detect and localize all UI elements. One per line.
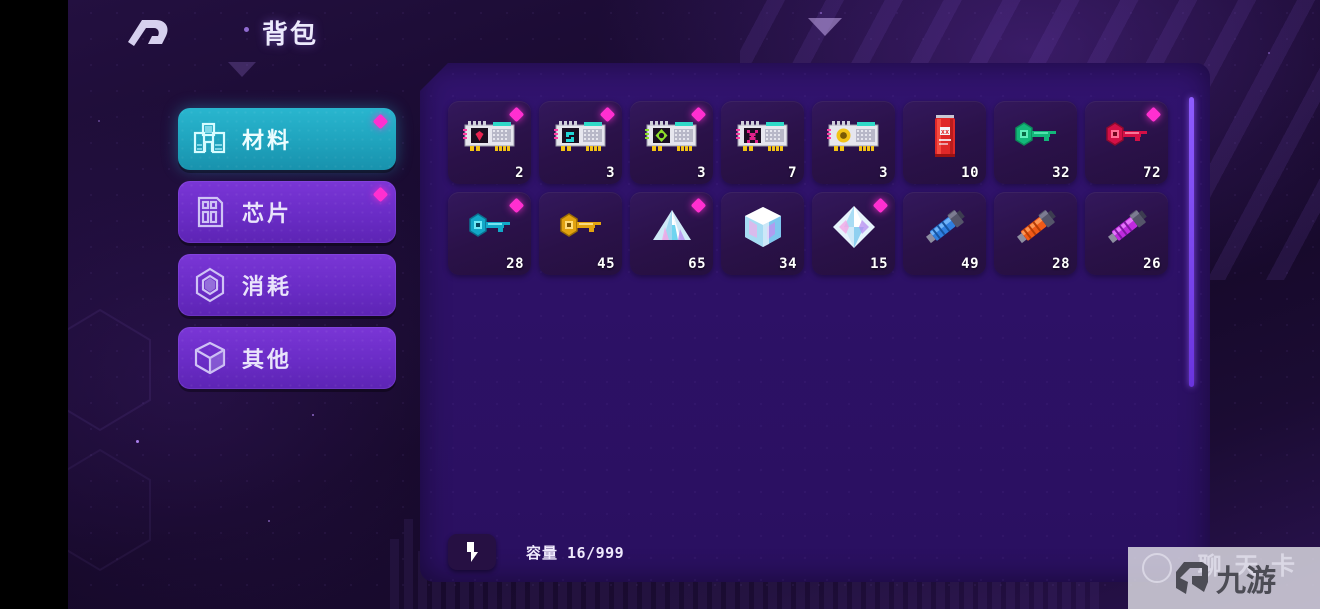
jiuyou-logo-icon bbox=[1172, 558, 1212, 598]
svg-text:xx: xx bbox=[940, 128, 949, 136]
item-count: 34 bbox=[779, 256, 797, 272]
inventory-slot[interactable]: 3 bbox=[539, 101, 622, 184]
capacity-value: 16/999 bbox=[567, 543, 625, 562]
inventory-grid: 2 3 3 7 3 xx 10 32 72 28 45 65 34 15 49 … bbox=[448, 101, 1173, 275]
inventory-slot[interactable]: 3 bbox=[812, 101, 895, 184]
notification-badge bbox=[372, 186, 389, 203]
game-logo-icon[interactable] bbox=[122, 12, 174, 52]
sidebar-item-others[interactable]: 其他 bbox=[178, 327, 396, 389]
star-particle bbox=[268, 520, 270, 522]
inventory-slot[interactable]: 28 bbox=[448, 192, 531, 275]
watermark-text: 九游 bbox=[1216, 565, 1276, 598]
item-count: 3 bbox=[697, 165, 706, 181]
item-count: 15 bbox=[870, 256, 888, 272]
orange-syringe-icon bbox=[994, 192, 1077, 262]
inventory-slot[interactable]: 45 bbox=[539, 192, 622, 275]
star-particle bbox=[98, 120, 100, 122]
watermark: 九游 bbox=[1128, 547, 1320, 609]
inventory-slot[interactable]: 65 bbox=[630, 192, 713, 275]
item-count: 26 bbox=[1143, 256, 1161, 272]
item-count: 28 bbox=[1052, 256, 1070, 272]
bag-sort-button[interactable] bbox=[448, 534, 496, 570]
inventory-slot[interactable]: 49 bbox=[903, 192, 986, 275]
item-count: 28 bbox=[506, 256, 524, 272]
inventory-slot[interactable]: 26 bbox=[1085, 192, 1168, 275]
item-count: 45 bbox=[597, 256, 615, 272]
item-count: 7 bbox=[788, 165, 797, 181]
item-count: 32 bbox=[1052, 165, 1070, 181]
game-inventory-screen: 背包 材料 芯片 消耗 其他 2 3 3 7 3 xx 10 32 72 28 … bbox=[0, 0, 1320, 609]
item-count: 3 bbox=[879, 165, 888, 181]
capacity-label: 容量 bbox=[526, 544, 559, 562]
cube-icon bbox=[178, 339, 242, 377]
sidebar-item-label: 其他 bbox=[242, 347, 293, 372]
red-can-icon: xx bbox=[903, 101, 986, 171]
letterbox-bar bbox=[0, 0, 68, 609]
item-count: 65 bbox=[688, 256, 706, 272]
chip-card-icon bbox=[178, 193, 242, 231]
gold-key-icon bbox=[539, 192, 622, 262]
inventory-footer: 容量 16/999 bbox=[448, 534, 624, 570]
blue-syringe-icon bbox=[903, 192, 986, 262]
item-count: 72 bbox=[1143, 165, 1161, 181]
gpu-card-yellow-icon bbox=[812, 101, 895, 171]
scrollbar-thumb[interactable] bbox=[1189, 97, 1194, 387]
decorative-triangle-icon bbox=[228, 62, 256, 77]
crystal-cube-icon bbox=[721, 192, 804, 262]
inventory-slot[interactable]: xx 10 bbox=[903, 101, 986, 184]
item-count: 10 bbox=[961, 165, 979, 181]
inventory-slot[interactable]: 15 bbox=[812, 192, 895, 275]
sidebar-item-label: 消耗 bbox=[242, 274, 293, 299]
inventory-slot[interactable]: 34 bbox=[721, 192, 804, 275]
sidebar-item-consumables[interactable]: 消耗 bbox=[178, 254, 396, 316]
materials-icon bbox=[178, 120, 242, 158]
gem-icon bbox=[178, 266, 242, 304]
star-particle bbox=[312, 414, 314, 416]
item-count: 2 bbox=[515, 165, 524, 181]
sidebar-item-chips[interactable]: 芯片 bbox=[178, 181, 396, 243]
capacity-display: 容量 16/999 bbox=[526, 542, 624, 563]
inventory-slot[interactable]: 28 bbox=[994, 192, 1077, 275]
inventory-slot[interactable]: 2 bbox=[448, 101, 531, 184]
header: 背包 bbox=[68, 0, 1320, 62]
inventory-scrollbar[interactable] bbox=[1189, 97, 1194, 387]
item-count: 3 bbox=[606, 165, 615, 181]
sidebar-tabs: 材料 芯片 消耗 其他 bbox=[178, 108, 396, 400]
inventory-panel: 2 3 3 7 3 xx 10 32 72 28 45 65 34 15 49 … bbox=[420, 63, 1210, 582]
inventory-slot[interactable]: 32 bbox=[994, 101, 1077, 184]
item-count: 49 bbox=[961, 256, 979, 272]
notification-badge bbox=[372, 113, 389, 130]
title-dot bbox=[244, 27, 249, 32]
inventory-slot[interactable]: 3 bbox=[630, 101, 713, 184]
gpu-card-magenta-icon bbox=[721, 101, 804, 171]
green-key-icon bbox=[994, 101, 1077, 171]
page-title: 背包 bbox=[262, 19, 319, 49]
sidebar-item-materials[interactable]: 材料 bbox=[178, 108, 396, 170]
inventory-slot[interactable]: 72 bbox=[1085, 101, 1168, 184]
purple-syringe-icon bbox=[1085, 192, 1168, 262]
inventory-slot[interactable]: 7 bbox=[721, 101, 804, 184]
bag-pointer-icon bbox=[467, 542, 478, 562]
sidebar-item-label: 芯片 bbox=[242, 201, 293, 226]
star-particle bbox=[136, 440, 139, 443]
sidebar-item-label: 材料 bbox=[242, 128, 293, 153]
